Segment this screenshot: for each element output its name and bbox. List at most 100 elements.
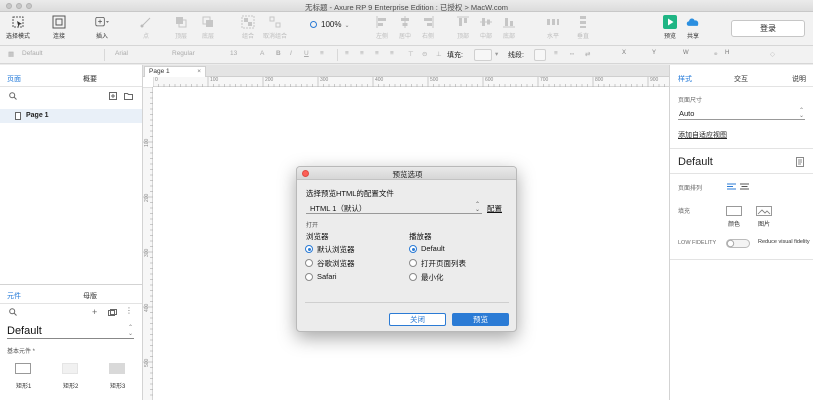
select-mode-button[interactable]: 选择模式 bbox=[3, 15, 33, 45]
reduce-fidelity-text: Reduce visual fidelity bbox=[758, 239, 810, 245]
widget-search-icon[interactable] bbox=[9, 308, 17, 316]
align-page-left-icon[interactable] bbox=[727, 183, 736, 190]
underline-icon[interactable]: U bbox=[304, 50, 309, 60]
tab-masters[interactable]: 母版 bbox=[83, 291, 97, 301]
text-align-right-icon[interactable]: ≡ bbox=[375, 50, 379, 60]
share-button[interactable]: 共享 bbox=[678, 15, 708, 45]
player-minimize-radio[interactable] bbox=[409, 273, 417, 281]
y-input[interactable] bbox=[660, 49, 680, 61]
rectangle-widget-2[interactable] bbox=[62, 363, 78, 374]
distribute-vertical-button[interactable]: 垂直 bbox=[568, 15, 598, 45]
insert-button[interactable]: 插入 bbox=[87, 15, 117, 45]
fill-color-swatch[interactable] bbox=[474, 49, 492, 61]
line-color-swatch[interactable] bbox=[534, 49, 546, 61]
add-page-icon[interactable] bbox=[109, 92, 117, 100]
group-button[interactable]: 组合 bbox=[233, 15, 263, 45]
rectangle-widget-3[interactable] bbox=[109, 363, 125, 374]
tab-interact[interactable]: 交互 bbox=[734, 74, 748, 84]
login-button[interactable]: 登录 bbox=[731, 20, 805, 37]
line-width-icon[interactable]: ≡ bbox=[554, 50, 558, 60]
browser-safari-radio[interactable] bbox=[305, 273, 313, 281]
browser-chrome-radio[interactable] bbox=[305, 259, 313, 267]
fill-label: 填充: bbox=[447, 52, 463, 59]
ungroup-icon bbox=[269, 16, 281, 28]
point-button[interactable]: 点 bbox=[131, 15, 161, 45]
page-tab[interactable]: Page 1 × bbox=[144, 66, 206, 77]
low-fidelity-toggle-icon[interactable] bbox=[726, 239, 750, 248]
add-library-icon[interactable]: + bbox=[92, 307, 97, 317]
distribute-horizontal-button[interactable]: 水平 bbox=[538, 15, 568, 45]
align-bottom-icon bbox=[503, 18, 515, 28]
x-input[interactable] bbox=[598, 49, 658, 61]
configure-link[interactable]: 配置 bbox=[487, 203, 502, 214]
lock-ratio-icon[interactable]: ⚭ bbox=[713, 50, 718, 60]
italic-icon[interactable]: I bbox=[290, 50, 292, 60]
page-size-select[interactable]: Auto ⌃ ⌄ bbox=[678, 108, 805, 120]
close-button[interactable]: 关闭 bbox=[389, 313, 446, 326]
player-default-radio[interactable] bbox=[409, 245, 417, 253]
config-profile-label: 选择预览HTML的配置文件 bbox=[306, 189, 394, 198]
font-select[interactable]: Arial bbox=[115, 50, 128, 60]
dialog-titlebar: 预览选项 bbox=[297, 167, 516, 180]
bottom-layer-button[interactable]: 底层 bbox=[193, 15, 223, 45]
tab-pages[interactable]: 页面 bbox=[5, 74, 23, 87]
left-panel: 页面 概要 Page 1 元件 母版 + ⋮ Default ⌃ ⌄ 基本元件 *… bbox=[0, 65, 143, 400]
top-layer-button[interactable]: 顶层 bbox=[166, 15, 196, 45]
add-folder-icon[interactable] bbox=[124, 92, 133, 100]
profile-select[interactable]: HTML 1（默认） ⌃ ⌄ bbox=[306, 202, 482, 214]
library-options-icon[interactable] bbox=[108, 309, 117, 316]
text-valign-bottom-icon[interactable]: ⊥ bbox=[436, 50, 442, 60]
bring-to-front-icon bbox=[176, 17, 187, 28]
text-justify-icon[interactable]: ≡ bbox=[390, 50, 394, 60]
widget-section-title[interactable]: 基本元件 * bbox=[7, 346, 35, 355]
stepper-arrows-icon: ⌃ ⌄ bbox=[127, 325, 133, 337]
preview-options-dialog: 预览选项 选择预览HTML的配置文件 HTML 1（默认） ⌃ ⌄ 配置 打开 浏… bbox=[296, 166, 517, 332]
text-valign-middle-icon[interactable]: ⊝ bbox=[422, 50, 427, 60]
h-input[interactable] bbox=[732, 49, 752, 61]
tab-outline[interactable]: 概要 bbox=[83, 74, 97, 84]
zoom-control[interactable]: 100% ⌄ bbox=[310, 20, 350, 29]
select-mode-icon bbox=[12, 16, 24, 28]
tab-style[interactable]: 样式 bbox=[676, 74, 694, 87]
align-bottom-button[interactable]: 底部 bbox=[494, 15, 524, 45]
more-icon[interactable]: ⋮ bbox=[125, 306, 133, 315]
style-select[interactable]: Default bbox=[22, 50, 43, 60]
w-input[interactable] bbox=[690, 49, 710, 61]
vertical-ruler: 100 200 300 400 500 bbox=[143, 87, 153, 400]
weight-select[interactable]: Regular bbox=[172, 50, 195, 60]
tab-widgets[interactable]: 元件 bbox=[5, 291, 23, 304]
search-icon[interactable] bbox=[9, 92, 17, 100]
rectangle-widget-1[interactable] bbox=[15, 363, 31, 374]
rotate-icon[interactable]: ◇ bbox=[770, 50, 775, 60]
browser-label: 浏览器 bbox=[306, 232, 329, 241]
page-list-item[interactable]: Page 1 bbox=[0, 109, 142, 123]
style-name[interactable]: Default bbox=[678, 156, 713, 168]
player-page-list-radio[interactable] bbox=[409, 259, 417, 267]
text-align-center-icon[interactable]: ≡ bbox=[360, 50, 364, 60]
align-right-button[interactable]: 右侧 bbox=[413, 15, 443, 45]
fill-dropdown-icon[interactable]: ▾ bbox=[495, 50, 498, 60]
fill-color-button[interactable] bbox=[726, 206, 742, 216]
text-color-icon[interactable]: A bbox=[260, 50, 264, 60]
dialog-title: 预览选项 bbox=[392, 170, 423, 179]
text-valign-top-icon[interactable]: ⊤ bbox=[408, 50, 414, 60]
close-tab-icon[interactable]: × bbox=[197, 67, 201, 77]
text-align-left-icon[interactable]: ≡ bbox=[345, 50, 349, 60]
add-adaptive-view-link[interactable]: 添加自适应视图 bbox=[678, 130, 727, 140]
bold-icon[interactable]: B bbox=[276, 50, 281, 60]
connect-button[interactable]: 连接 bbox=[44, 15, 74, 45]
edit-style-icon[interactable] bbox=[796, 157, 805, 167]
browser-default-radio[interactable] bbox=[305, 245, 313, 253]
fill-image-button[interactable] bbox=[756, 206, 772, 216]
arrow-style-icon[interactable]: ⇄ bbox=[585, 50, 590, 60]
line-style-icon[interactable]: ┅ bbox=[570, 50, 574, 60]
horizontal-ruler: 0 100 200 300 400 500 600 700 800 900 bbox=[153, 77, 669, 87]
tab-notes[interactable]: 说明 bbox=[792, 74, 806, 84]
ungroup-button[interactable]: 取消组合 bbox=[260, 15, 290, 45]
library-select[interactable]: Default ⌃ ⌄ bbox=[7, 325, 134, 339]
font-size-select[interactable]: 13 bbox=[230, 50, 237, 60]
preview-button[interactable]: 预览 bbox=[452, 313, 509, 326]
bullet-list-icon[interactable]: ≡ bbox=[320, 50, 324, 60]
align-page-center-icon[interactable] bbox=[740, 183, 749, 190]
group-icon bbox=[241, 15, 255, 29]
